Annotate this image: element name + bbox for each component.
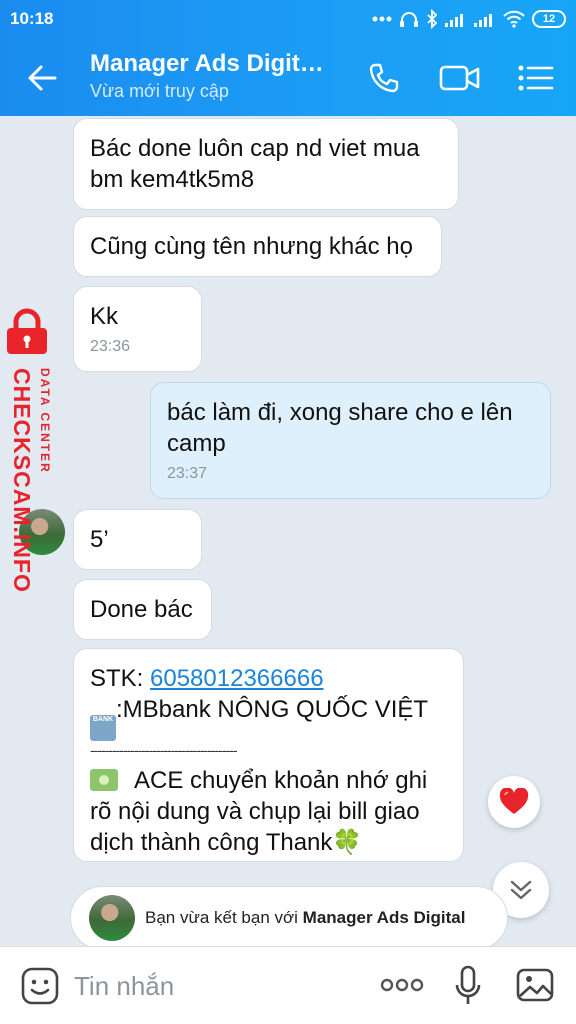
more-options-button[interactable] <box>380 977 424 998</box>
outgoing-message-bubble[interactable]: bác làm đi, xong share cho e lên camp 23… <box>150 382 551 499</box>
notice-text: Bạn vừa kết bạn với Manager Ads Digital <box>145 908 465 928</box>
message-bubble[interactable]: Done bác <box>73 579 212 640</box>
message-text: Kk <box>90 303 119 330</box>
message-text: Done bác <box>90 596 193 623</box>
menu-button[interactable] <box>514 56 558 100</box>
react-heart-button[interactable] <box>488 776 540 828</box>
notice-contact-name: Manager Ads Digital <box>302 908 466 927</box>
stk-label: STK: <box>90 665 151 692</box>
headphones-icon <box>400 12 418 27</box>
message-input-bar: Tin nhắn <box>0 946 576 1024</box>
watermark-sub: DATA CENTER <box>38 368 52 474</box>
arrow-left-icon <box>28 65 57 91</box>
signal-icon-2 <box>474 14 492 27</box>
video-call-button[interactable] <box>438 56 482 100</box>
back-button[interactable] <box>22 58 62 98</box>
message-bubble[interactable]: 5’ <box>73 509 202 570</box>
watermark-brand: CHECKSCAM.INFO <box>9 368 35 593</box>
voice-call-button[interactable] <box>362 56 406 100</box>
message-text: bác làm đi, xong share cho e lên camp <box>167 399 513 457</box>
status-time: 10:18 <box>10 9 54 28</box>
chat-subtitle: Vừa mới truy cập <box>90 81 229 101</box>
checkscam-watermark: CHECKSCAM.INFO DATA CENTER <box>2 308 62 593</box>
heart-icon <box>499 788 529 814</box>
transfer-note: ACE chuyển khoản nhớ ghi rõ nội dung và … <box>90 765 447 858</box>
bank-name: :MBbank NÔNG QUỐC VIỆT <box>116 696 429 723</box>
separator-line: ---------------------------------------- <box>90 742 237 758</box>
image-icon <box>516 968 554 1002</box>
friend-added-notice: Bạn vừa kết bạn với Manager Ads Digital <box>70 886 508 946</box>
message-input[interactable]: Tin nhắn <box>74 971 174 1002</box>
status-icons: 12 <box>372 8 566 30</box>
bank-line: BANK:MBbank NÔNG QUỐC VIỆT <box>90 694 447 741</box>
message-time: 23:37 <box>167 465 208 482</box>
double-chevron-down-icon <box>510 880 532 900</box>
status-bar: 10:18 12 <box>0 0 576 38</box>
account-line: STK: 6058012366666 <box>90 663 447 694</box>
money-icon <box>90 769 118 791</box>
bank-info-bubble[interactable]: STK: 6058012366666 BANK:MBbank NÔNG QUỐC… <box>73 648 464 862</box>
message-text: Bác done luôn cap nd viet mua bm kem4tk5… <box>90 135 420 193</box>
account-number-link[interactable]: 6058012366666 <box>150 665 324 692</box>
voice-record-button[interactable] <box>454 965 482 1012</box>
app-header: 10:18 12 Manager Ads Digit… Vừa mới truy… <box>0 0 576 116</box>
watermark-text: CHECKSCAM.INFO DATA CENTER <box>8 368 52 593</box>
message-text: Cũng cùng tên nhưng khác họ <box>90 233 413 260</box>
more-dots-icon <box>372 16 392 22</box>
ellipsis-icon <box>380 978 424 992</box>
gallery-button[interactable] <box>515 965 555 1010</box>
bluetooth-icon <box>427 9 438 29</box>
bank-icon: BANK <box>90 715 116 741</box>
microphone-icon <box>455 965 481 1004</box>
message-text: 5’ <box>90 526 109 553</box>
smiley-icon <box>21 967 59 1005</box>
list-menu-icon <box>518 65 554 91</box>
chat-title[interactable]: Manager Ads Digit… <box>90 50 330 78</box>
emoji-button[interactable] <box>20 966 60 1011</box>
message-bubble[interactable]: Bác done luôn cap nd viet mua bm kem4tk5… <box>73 118 459 210</box>
message-bubble[interactable]: Kk 23:36 <box>73 286 202 372</box>
chat-area[interactable]: Bác done luôn cap nd viet mua bm kem4tk5… <box>0 116 576 946</box>
video-camera-icon <box>439 65 480 91</box>
wifi-icon <box>503 10 525 28</box>
phone-icon <box>369 63 399 93</box>
transfer-note-text: ACE chuyển khoản nhớ ghi rõ nội dung và … <box>90 767 428 856</box>
lock-icon <box>7 308 47 354</box>
signal-icon <box>445 14 463 27</box>
notice-avatar <box>89 895 135 941</box>
battery-icon: 12 <box>532 10 566 28</box>
notice-prefix: Bạn vừa kết bạn với <box>145 908 303 927</box>
message-time: 23:36 <box>90 338 131 355</box>
message-bubble[interactable]: Cũng cùng tên nhưng khác họ <box>73 216 442 277</box>
